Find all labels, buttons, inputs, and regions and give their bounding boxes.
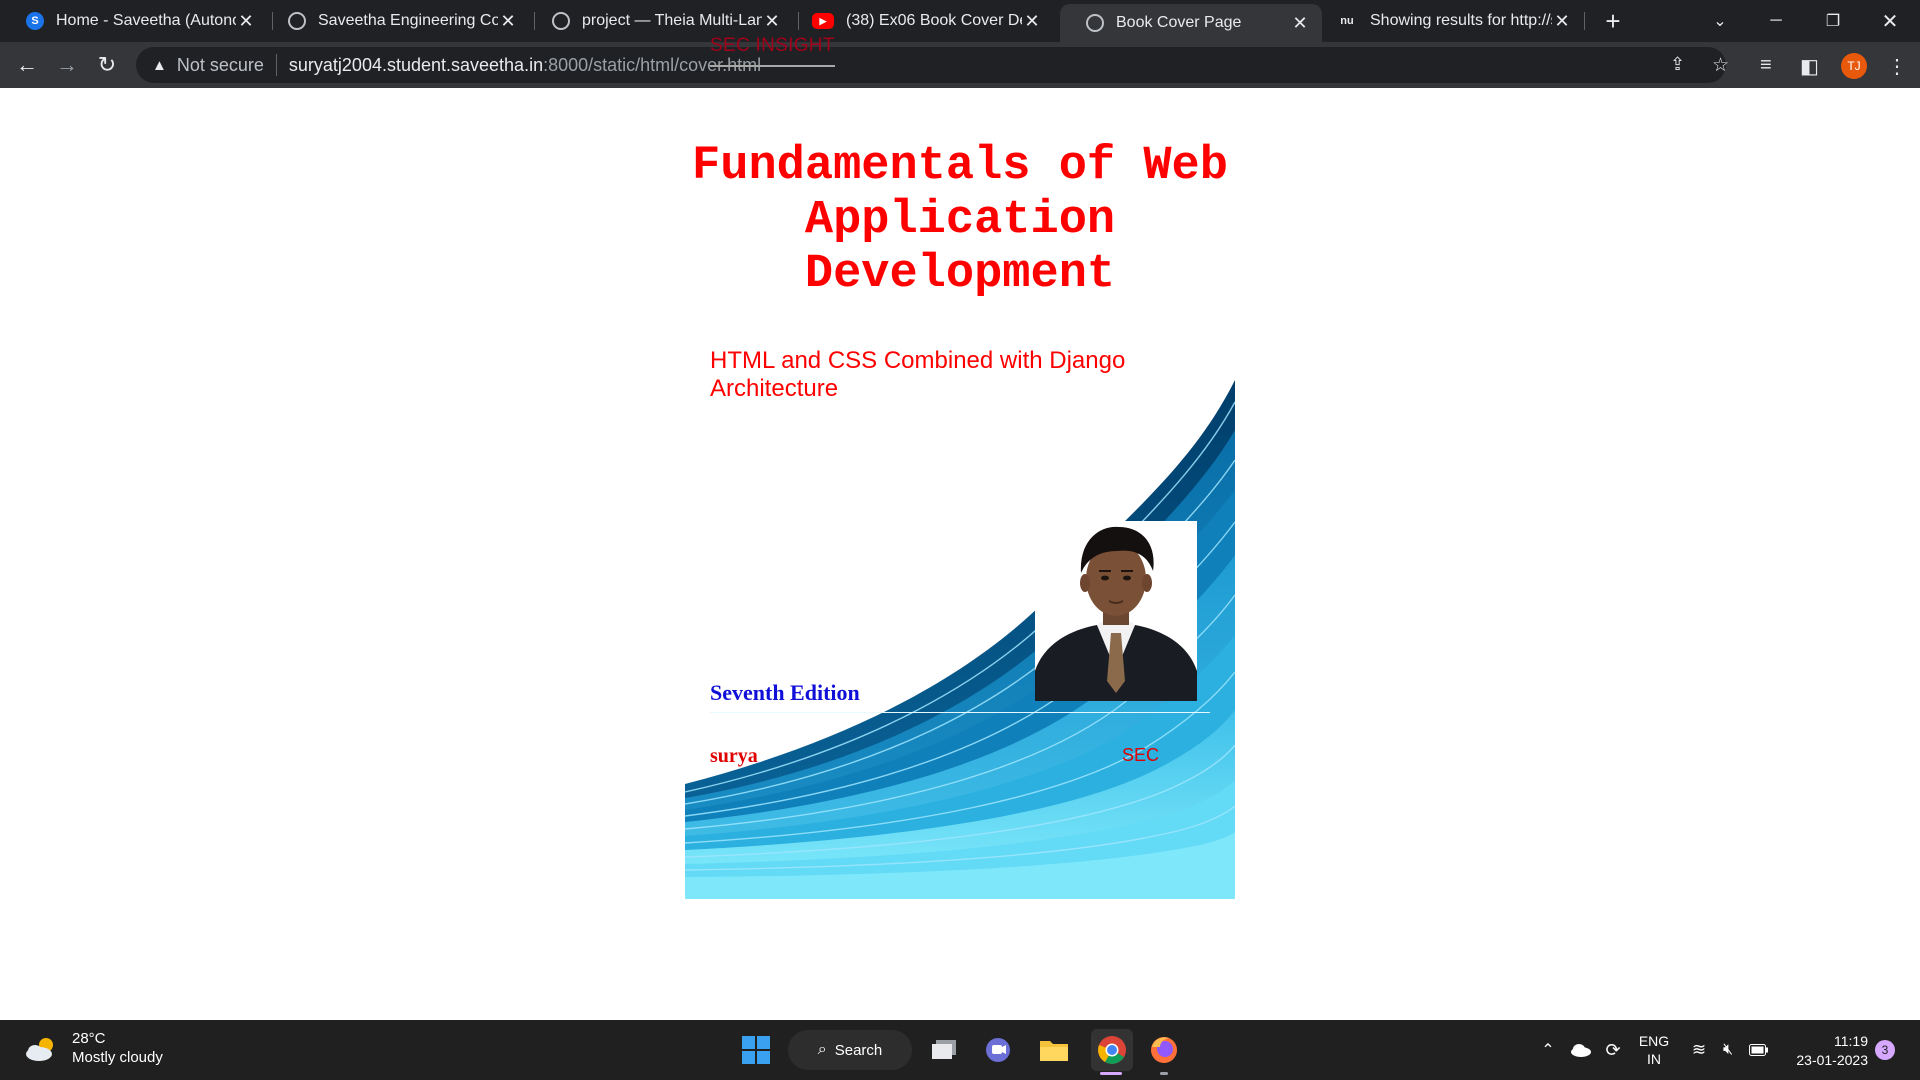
speaker-muted-icon[interactable]: 🔇︎ — [1714, 1020, 1742, 1080]
weather-widget[interactable]: 28°C Mostly cloudy — [24, 1030, 163, 1068]
back-button[interactable]: ← — [10, 48, 44, 82]
task-view-button[interactable] — [926, 1032, 962, 1068]
more-menu-icon[interactable]: ⋮ — [1887, 54, 1907, 79]
taskbar-search-button[interactable]: ⌕ Search — [788, 1030, 912, 1070]
firefox-taskbar-button[interactable] — [1146, 1032, 1182, 1068]
sync-icon[interactable]: ⟳ — [1600, 1020, 1626, 1080]
wifi-icon[interactable]: ≋ — [1686, 1020, 1712, 1080]
task-view-icon — [932, 1040, 956, 1059]
clock-time: 11:19 — [1834, 1033, 1868, 1049]
close-tab-icon[interactable]: ✕ — [498, 11, 518, 32]
restore-button[interactable]: ❐ — [1805, 0, 1861, 42]
tab-showing-results[interactable]: nu Showing results for http://s ✕ — [1320, 0, 1584, 42]
publisher-name: SEC — [1122, 745, 1160, 765]
globe-icon — [1086, 14, 1104, 32]
clock-date: 23-01-2023 — [1796, 1052, 1868, 1068]
show-hidden-icons-chevron[interactable]: ⌃ — [1536, 1020, 1560, 1080]
bookmark-star-icon[interactable]: ☆ — [1712, 54, 1729, 77]
close-tab-icon[interactable]: ✕ — [1290, 13, 1310, 34]
file-explorer-button[interactable] — [1036, 1032, 1072, 1068]
notification-badge[interactable]: 3 — [1875, 1040, 1895, 1060]
teams-chat-button[interactable] — [980, 1032, 1016, 1068]
close-tab-icon[interactable]: ✕ — [762, 11, 782, 32]
language-code: ENG — [1638, 1033, 1670, 1049]
book-title: Fundamentals of Web Application Developm… — [692, 140, 1228, 301]
tab-title: (38) Ex06 Book Cover Desig — [846, 12, 1022, 29]
nu-icon: nu — [1340, 15, 1354, 27]
chrome-taskbar-button[interactable] — [1091, 1029, 1133, 1071]
tab-saveetha-home[interactable]: S Home - Saveetha (Autonom ✕ — [0, 0, 268, 42]
system-clock[interactable]: 11:19 23-01-2023 — [1782, 1032, 1868, 1070]
edition-label: Seventh Edition — [710, 680, 860, 705]
browser-tab-strip: S Home - Saveetha (Autonom ✕ Saveetha En… — [0, 0, 1920, 42]
close-tab-icon[interactable]: ✕ — [1022, 11, 1042, 32]
chrome-icon — [1098, 1036, 1126, 1064]
youtube-icon: ▶ — [812, 13, 834, 29]
tab-title: Showing results for http://s — [1370, 12, 1552, 29]
search-label: Search — [834, 1041, 883, 1059]
cover-divider — [710, 712, 1210, 713]
profile-avatar[interactable]: TJ — [1841, 53, 1867, 79]
tab-saveetha-engineering[interactable]: Saveetha Engineering Colle ✕ — [262, 0, 530, 42]
windows-logo-icon — [742, 1036, 770, 1064]
running-app-indicator — [1160, 1072, 1168, 1075]
book-subtitle: HTML and CSS Combined with Django Archit… — [710, 347, 1126, 402]
share-icon[interactable]: ⇪ — [1670, 54, 1685, 75]
address-divider — [275, 54, 277, 76]
tab-separator — [1584, 12, 1585, 30]
start-button[interactable] — [738, 1032, 774, 1068]
warning-triangle-icon[interactable]: ▲ — [152, 57, 167, 74]
saveetha-home-icon: S — [26, 12, 44, 30]
folder-icon — [1040, 1041, 1068, 1061]
media-playlist-icon[interactable]: ≡ — [1760, 54, 1772, 77]
tab-title: Saveetha Engineering Colle — [318, 12, 498, 29]
tab-title: project — Theia Multi-Lang — [582, 12, 762, 29]
reload-button[interactable]: ↻ — [90, 48, 124, 82]
teams-chat-icon — [986, 1038, 1010, 1062]
language-region: IN — [1647, 1051, 1661, 1067]
weather-temperature: 28°C — [72, 1030, 106, 1047]
battery-icon[interactable] — [1746, 1020, 1772, 1080]
weather-description: Mostly cloudy — [72, 1049, 163, 1066]
tab-book-cover-page[interactable]: Book Cover Page ✕ — [1060, 4, 1322, 42]
close-tab-icon[interactable]: ✕ — [236, 11, 256, 32]
url-host: suryatj2004.student.saveetha.in — [288, 54, 544, 75]
search-icon: ⌕ — [817, 1041, 827, 1058]
language-indicator[interactable]: ENG IN — [1634, 1020, 1674, 1080]
forward-button[interactable]: → — [50, 48, 84, 82]
brand-heading: SEC INSIGHT — [710, 35, 835, 67]
firefox-icon — [1151, 1037, 1177, 1063]
active-app-indicator — [1100, 1072, 1122, 1075]
close-window-button[interactable]: ✕ — [1862, 0, 1918, 42]
globe-icon — [288, 12, 306, 30]
security-label[interactable]: Not secure — [177, 55, 264, 76]
browser-toolbar: ← → ↻ ▲ Not secure suryatj2004.student.s… — [0, 42, 1920, 88]
minimize-button[interactable]: ─ — [1748, 0, 1804, 42]
author-name: surya — [710, 745, 758, 767]
side-panel-icon[interactable]: ◧ — [1800, 54, 1819, 79]
new-tab-button[interactable]: + — [1598, 6, 1628, 36]
address-bar[interactable]: ▲ Not secure suryatj2004.student.saveeth… — [136, 47, 1726, 83]
onedrive-cloud-icon[interactable] — [1568, 1020, 1594, 1080]
author-photo — [1035, 521, 1197, 701]
tab-title: Home - Saveetha (Autonom — [56, 12, 236, 29]
globe-icon — [552, 12, 570, 30]
tab-search-chevron-icon[interactable]: ⌄ — [1692, 0, 1748, 42]
cloudy-weather-icon — [26, 1038, 53, 1061]
close-tab-icon[interactable]: ✕ — [1552, 11, 1572, 32]
windows-taskbar: 28°C Mostly cloudy ⌕ Search ⌃ ⟳ ENG IN ≋… — [0, 1020, 1920, 1080]
tab-title: Book Cover Page — [1116, 14, 1242, 31]
